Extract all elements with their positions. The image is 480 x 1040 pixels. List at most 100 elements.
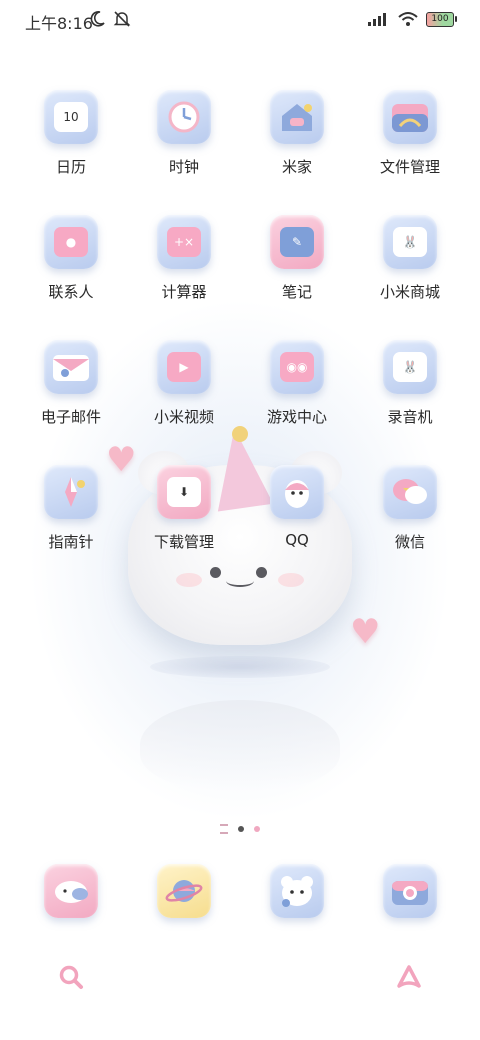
camera-shape xyxy=(392,881,428,905)
app-mi-video[interactable]: ▶ 小米视频 xyxy=(136,340,232,427)
party-hat-pom xyxy=(232,426,248,442)
app-label: 游戏中心 xyxy=(266,408,327,426)
calculator-keys: +× xyxy=(167,227,201,257)
app-email[interactable]: 电子邮件 xyxy=(23,340,119,427)
wallpaper-reflection xyxy=(140,700,340,790)
app-wechat[interactable]: 微信 xyxy=(362,465,458,552)
chat-bubble-icon xyxy=(383,465,437,519)
home-icon xyxy=(270,90,324,144)
recorder-bunny: 🐰 xyxy=(393,352,427,382)
bunny-bag: 🐰 xyxy=(393,227,427,257)
gamepad-icon: ◉◉ xyxy=(270,340,324,394)
page-indicator[interactable] xyxy=(0,824,480,834)
browser-planet-icon xyxy=(157,864,211,918)
dock-messages[interactable] xyxy=(44,864,98,918)
app-label: 联系人 xyxy=(48,283,94,301)
bear-mouth xyxy=(226,575,254,587)
compass-needle xyxy=(65,477,85,507)
dock-gallery[interactable] xyxy=(270,864,324,918)
app-recorder[interactable]: 🐰 录音机 xyxy=(362,340,458,427)
page-dot-current[interactable] xyxy=(238,826,244,832)
camera-icon xyxy=(383,864,437,918)
bear-cheek xyxy=(176,573,202,587)
message-icon xyxy=(44,864,98,918)
app-label: QQ xyxy=(285,531,309,549)
video-play: ▶ xyxy=(167,352,201,382)
app-clock[interactable]: 时钟 xyxy=(136,90,232,177)
compass-icon xyxy=(44,465,98,519)
app-qq[interactable]: QQ xyxy=(249,465,345,549)
penguin-shape xyxy=(285,480,309,508)
app-label: 指南针 xyxy=(48,533,94,551)
app-label: 米家 xyxy=(281,158,312,176)
app-calculator[interactable]: +× 计算器 xyxy=(136,215,232,302)
app-label: 日历 xyxy=(55,158,86,176)
battery-level: 100 xyxy=(431,13,449,24)
assistant-icon[interactable] xyxy=(396,964,422,990)
house-shape xyxy=(282,104,312,131)
calculator-icon: +× xyxy=(157,215,211,269)
app-label: 微信 xyxy=(394,533,425,551)
mute-bell-icon xyxy=(113,11,131,27)
status-bar: 上午8:16 100 xyxy=(0,0,480,42)
app-label: 下载管理 xyxy=(153,533,214,551)
battery-icon: 100 xyxy=(426,11,457,27)
app-mijia[interactable]: 米家 xyxy=(249,90,345,177)
page-dot[interactable] xyxy=(254,826,260,832)
note-pad: ✎ xyxy=(280,227,314,257)
wifi-icon xyxy=(398,12,418,26)
app-game-center[interactable]: ◉◉ 游戏中心 xyxy=(249,340,345,427)
heart-decoration: ♥ xyxy=(350,612,381,652)
app-label: 笔记 xyxy=(281,283,312,301)
moon-icon xyxy=(90,11,105,27)
clock-icon xyxy=(157,90,211,144)
notes-icon: ✎ xyxy=(270,215,324,269)
app-label: 电子邮件 xyxy=(40,408,101,426)
app-notes[interactable]: ✎ 笔记 xyxy=(249,215,345,302)
bear-cheek xyxy=(278,573,304,587)
contacts-icon: ● xyxy=(44,215,98,269)
signal-icon xyxy=(368,13,386,26)
bear-face-icon xyxy=(270,864,324,918)
folder-icon xyxy=(383,90,437,144)
calendar-icon: 10 xyxy=(44,90,98,144)
app-file-manager[interactable]: 文件管理 xyxy=(362,90,458,177)
app-label: 文件管理 xyxy=(379,158,440,176)
status-icons-left xyxy=(88,10,132,28)
chat-bubbles xyxy=(393,479,427,504)
clock-face xyxy=(168,101,200,133)
recorder-icon: 🐰 xyxy=(383,340,437,394)
folder-shape xyxy=(392,104,428,132)
page-dot-menu[interactable] xyxy=(220,824,228,834)
app-compass[interactable]: 指南针 xyxy=(23,465,119,552)
app-download-manager[interactable]: ⬇ 下载管理 xyxy=(136,465,232,552)
app-mi-store[interactable]: 🐰 小米商城 xyxy=(362,215,458,302)
app-calendar[interactable]: 10 日历 xyxy=(23,90,119,177)
app-contacts[interactable]: ● 联系人 xyxy=(23,215,119,302)
app-label: 小米商城 xyxy=(379,283,440,301)
download-icon: ⬇ xyxy=(157,465,211,519)
download-arrow: ⬇ xyxy=(167,477,201,507)
planet-shape xyxy=(165,880,203,902)
app-label: 时钟 xyxy=(168,158,199,176)
status-icons-right: 100 xyxy=(368,11,457,27)
bear-eye xyxy=(256,567,267,578)
app-label: 计算器 xyxy=(161,283,207,301)
gamepad-shape: ◉◉ xyxy=(280,352,314,382)
status-time: 上午8:16 xyxy=(25,14,93,33)
bear-eye xyxy=(210,567,221,578)
wallpaper-shadow xyxy=(150,656,330,678)
contact-card: ● xyxy=(54,227,88,257)
mail-icon xyxy=(44,340,98,394)
calendar-date: 10 xyxy=(54,102,88,132)
dock-camera[interactable] xyxy=(383,864,437,918)
search-icon[interactable] xyxy=(58,964,84,990)
envelope-shape xyxy=(53,355,89,381)
bear-head xyxy=(281,876,313,907)
app-label: 录音机 xyxy=(387,408,433,426)
penguin-icon xyxy=(270,465,324,519)
shopping-bag-icon: 🐰 xyxy=(383,215,437,269)
video-icon: ▶ xyxy=(157,340,211,394)
app-label: 小米视频 xyxy=(153,408,214,426)
dock-browser[interactable] xyxy=(157,864,211,918)
